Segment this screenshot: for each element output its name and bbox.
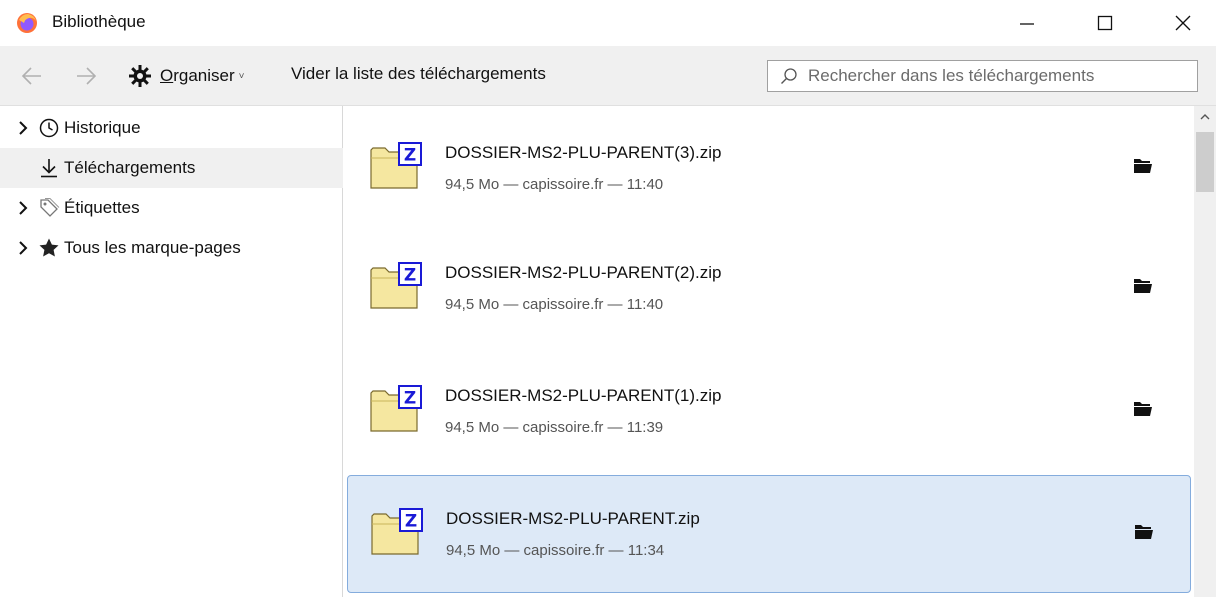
folder-icon[interactable] <box>1134 522 1154 540</box>
download-item[interactable]: Z DOSSIER-MS2-PLU-PARENT(3).zip 94,5 Mo … <box>347 110 1191 228</box>
minimize-button[interactable] <box>996 0 1058 46</box>
close-button[interactable] <box>1152 0 1214 46</box>
download-icon <box>38 157 60 179</box>
zip-file-icon: Z <box>370 262 422 309</box>
forward-arrow-icon[interactable] <box>74 64 98 88</box>
sidebar-item-label: Étiquettes <box>64 198 140 217</box>
chevron-right-icon[interactable] <box>16 241 30 255</box>
svg-text:Z: Z <box>404 146 416 166</box>
download-item[interactable]: Z DOSSIER-MS2-PLU-PARENT.zip 94,5 Mo — c… <box>347 475 1191 593</box>
maximize-button[interactable] <box>1074 0 1136 46</box>
download-details: 94,5 Mo — capissoire.fr — 11:39 <box>445 419 664 436</box>
sidebar-item-label: Téléchargements <box>64 158 196 177</box>
chevron-right-icon[interactable] <box>16 201 30 215</box>
organise-label: Organiser <box>160 66 235 85</box>
zip-file-icon: Z <box>371 508 423 555</box>
close-icon <box>1175 15 1191 31</box>
zip-file-icon: Z <box>370 385 422 432</box>
download-details: 94,5 Mo — capissoire.fr — 11:40 <box>445 176 664 193</box>
scroll-up-button[interactable] <box>1194 106 1216 128</box>
chevron-up-icon <box>1200 114 1210 120</box>
svg-text:Z: Z <box>405 512 417 532</box>
download-item[interactable]: Z DOSSIER-MS2-PLU-PARENT(1).zip 94,5 Mo … <box>347 353 1191 471</box>
download-details: 94,5 Mo — capissoire.fr — 11:34 <box>446 542 665 559</box>
search-icon <box>781 68 797 84</box>
download-filename: DOSSIER-MS2-PLU-PARENT.zip <box>446 509 700 528</box>
title-bar: Bibliothèque <box>0 0 1216 46</box>
maximize-icon <box>1097 15 1113 31</box>
folder-icon[interactable] <box>1133 276 1153 294</box>
minimize-icon <box>1020 23 1034 25</box>
svg-text:Z: Z <box>404 266 416 286</box>
clear-downloads-button[interactable]: Vider la liste des téléchargements <box>291 64 546 84</box>
chevron-down-icon: ˅ <box>238 70 245 82</box>
download-item[interactable]: Z DOSSIER-MS2-PLU-PARENT(2).zip 94,5 Mo … <box>347 230 1191 348</box>
sidebar-tree: Historique Téléchargements Étiquettes To… <box>0 106 343 597</box>
toolbar: Organiser ˅ Vider la liste des télécharg… <box>0 46 1216 106</box>
svg-text:Z: Z <box>404 389 416 409</box>
star-icon <box>38 237 60 259</box>
sidebar-item-downloads[interactable]: Téléchargements <box>0 148 343 188</box>
back-arrow-icon[interactable] <box>20 64 44 88</box>
firefox-icon <box>17 13 37 33</box>
sidebar-item-all-bookmarks[interactable]: Tous les marque-pages <box>0 228 343 268</box>
folder-icon[interactable] <box>1133 399 1153 417</box>
chevron-right-icon[interactable] <box>16 121 30 135</box>
window-title: Bibliothèque <box>52 12 146 31</box>
vertical-scrollbar[interactable] <box>1194 106 1216 597</box>
organise-menu-button[interactable]: Organiser ˅ <box>128 62 245 90</box>
scroll-thumb[interactable] <box>1196 132 1214 192</box>
sidebar-item-tags[interactable]: Étiquettes <box>0 188 343 228</box>
gear-icon <box>129 65 151 87</box>
download-details: 94,5 Mo — capissoire.fr — 11:40 <box>445 296 664 313</box>
sidebar-item-label: Historique <box>64 118 141 137</box>
tag-icon <box>38 197 60 219</box>
sidebar-item-label: Tous les marque-pages <box>64 238 241 257</box>
downloads-list: Z DOSSIER-MS2-PLU-PARENT(3).zip 94,5 Mo … <box>344 106 1194 597</box>
download-filename: DOSSIER-MS2-PLU-PARENT(2).zip <box>445 263 722 282</box>
clock-icon <box>38 117 60 139</box>
download-filename: DOSSIER-MS2-PLU-PARENT(1).zip <box>445 386 722 405</box>
search-box[interactable] <box>767 60 1198 92</box>
download-filename: DOSSIER-MS2-PLU-PARENT(3).zip <box>445 143 722 162</box>
zip-file-icon: Z <box>370 142 422 189</box>
folder-icon[interactable] <box>1133 156 1153 174</box>
search-input[interactable] <box>808 66 1188 86</box>
sidebar-item-history[interactable]: Historique <box>0 108 343 148</box>
